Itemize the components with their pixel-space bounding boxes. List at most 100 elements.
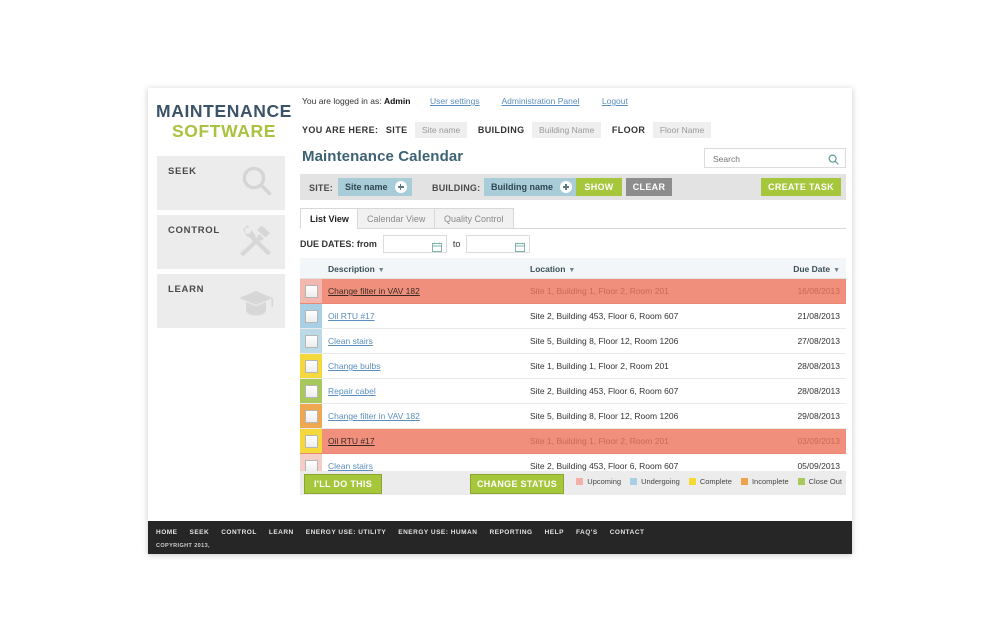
table-row[interactable]: Change bulbs Site 1, Building 1, Floor 2,… (300, 354, 846, 379)
site-label: SITE: (309, 183, 334, 193)
legend-swatch (688, 478, 696, 485)
table-row[interactable]: Change filter in VAV 182 Site 1, Building… (300, 279, 846, 304)
footer: HOME SEEK CONTROL LEARN ENERGY USE: UTILITY E… (148, 521, 852, 554)
footer-nav-link[interactable]: HOME (156, 529, 178, 536)
footer-nav-link[interactable]: SEEK (190, 529, 210, 536)
row-checkbox[interactable] (304, 409, 318, 423)
legend-item: Close Out (797, 477, 842, 486)
brand-line-1: MAINTENANCE (156, 101, 292, 121)
breadcrumb-value-site[interactable]: Site name (415, 122, 468, 138)
row-checkbox[interactable] (304, 334, 318, 348)
column-header-description[interactable]: Description ▼ (328, 264, 385, 274)
logout-link[interactable]: Logout (602, 96, 628, 106)
create-task-button[interactable]: CREATE TASK (761, 178, 841, 196)
administration-panel-link[interactable]: Administration Panel (502, 96, 580, 106)
sidebar-item-learn[interactable]: LEARN (157, 274, 285, 328)
magnifier-icon (238, 163, 276, 206)
change-status-button[interactable]: CHANGE STATUS (470, 474, 564, 494)
tab-list-view[interactable]: List View (300, 208, 359, 229)
table-row[interactable]: Oil RTU #17 Site 1, Building 1, Floor 2, … (300, 429, 846, 454)
calendar-icon[interactable] (515, 239, 526, 257)
footer-nav-link[interactable]: CONTACT (610, 529, 645, 536)
row-status-swatch (300, 354, 322, 378)
legend-swatch (740, 478, 748, 485)
row-description-link[interactable]: Change filter in VAV 182 (328, 286, 420, 296)
calendar-icon[interactable] (431, 239, 442, 257)
sidebar-item-seek[interactable]: SEEK (157, 156, 285, 210)
table-row[interactable]: Clean stairs Site 5, Building 8, Floor 12… (300, 329, 846, 354)
row-location: Site 1, Building 1, Floor 2, Room 201 (530, 361, 669, 371)
login-status: You are logged in as: Admin (302, 96, 410, 106)
due-dates-to-label: to (452, 239, 461, 249)
tab-calendar-view[interactable]: Calendar View (357, 208, 436, 229)
row-description-link[interactable]: Oil RTU #17 (328, 436, 375, 446)
row-checkbox[interactable] (304, 384, 318, 398)
hammer-wrench-icon (234, 220, 276, 265)
brand-logo[interactable]: MAINTENANCE SOFTWARE (156, 101, 292, 141)
legend-label: Incomplete (751, 477, 789, 486)
tasks-table: Description ▼ Location ▼ Due Date ▼ Change … (300, 258, 846, 479)
row-description-link[interactable]: Change bulbs (328, 361, 380, 371)
table-row[interactable]: Oil RTU #17 Site 2, Building 453, Floor 6… (300, 304, 846, 329)
row-location: Site 1, Building 1, Floor 2, Room 201 (530, 286, 669, 296)
sidebar-item-control[interactable]: CONTROL (157, 215, 285, 269)
row-location: Site 5, Building 8, Floor 12, Room 1206 (530, 411, 679, 421)
footer-nav-link[interactable]: FAQ'S (576, 529, 598, 536)
search-box[interactable] (704, 148, 846, 168)
row-location: Site 1, Building 1, Floor 2, Room 201 (530, 436, 669, 446)
user-settings-link[interactable]: User settings (430, 96, 480, 106)
footer-nav-link[interactable]: REPORTING (489, 529, 532, 536)
footer-nav-link[interactable]: CONTROL (221, 529, 257, 536)
footer-nav-link[interactable]: ENERGY USE: HUMAN (398, 529, 477, 536)
building-selector[interactable]: Building name (484, 178, 578, 196)
graduation-cap-icon (236, 285, 276, 324)
row-description-link[interactable]: Oil RTU #17 (328, 311, 375, 321)
clear-button[interactable]: CLEAR (626, 178, 672, 196)
app-window: MAINTENANCE SOFTWARE SEEK CONTROL LEARN … (148, 88, 852, 554)
ill-do-this-button[interactable]: I'LL DO THIS (304, 474, 382, 494)
plus-icon[interactable] (394, 181, 407, 193)
site-selector[interactable]: Site name (338, 178, 412, 196)
chevron-down-icon: ▼ (568, 267, 576, 274)
due-date-from-input[interactable] (382, 235, 447, 253)
login-prefix: You are logged in as: (302, 96, 382, 106)
chevron-down-icon: ▼ (377, 267, 385, 274)
row-description-link[interactable]: Clean stairs (328, 336, 373, 346)
table-row[interactable]: Repair cabel Site 2, Building 453, Floor … (300, 379, 846, 404)
breadcrumb-key-floor: FLOOR (611, 125, 646, 135)
show-button[interactable]: SHOW (576, 178, 622, 196)
column-label: Location (530, 264, 566, 274)
row-checkbox[interactable] (304, 359, 318, 373)
site-selector-value: Site name (345, 182, 388, 192)
action-bar: I'LL DO THIS CHANGE STATUS Upcoming Under… (300, 471, 846, 495)
breadcrumb-prefix: YOU ARE HERE: (302, 125, 379, 135)
footer-nav-link[interactable]: ENERGY USE: UTILITY (306, 529, 387, 536)
sidebar-item-label: SEEK (168, 166, 197, 177)
chevron-down-icon: ▼ (833, 267, 840, 274)
column-label: Due Date (793, 264, 831, 274)
row-status-swatch (300, 304, 322, 328)
row-description-link[interactable]: Clean stairs (328, 461, 373, 471)
building-selector-value: Building name (491, 182, 554, 192)
plus-icon[interactable] (560, 181, 573, 193)
due-date-to-input[interactable] (466, 235, 531, 253)
breadcrumb-value-building[interactable]: Building Name (532, 122, 602, 138)
row-checkbox[interactable] (304, 284, 318, 298)
column-header-due-date[interactable]: Due Date ▼ (793, 264, 840, 274)
footer-nav-link[interactable]: HELP (545, 529, 564, 536)
search-input[interactable] (711, 150, 825, 168)
column-header-location[interactable]: Location ▼ (530, 264, 575, 274)
row-checkbox[interactable] (304, 434, 318, 448)
row-description-link[interactable]: Repair cabel (328, 386, 376, 396)
row-location: Site 2, Building 453, Floor 6, Room 607 (530, 461, 679, 471)
login-username: Admin (383, 96, 411, 106)
user-links: User settings Administration Panel Logou… (430, 96, 648, 106)
row-description-link[interactable]: Change filter in VAV 182 (328, 411, 420, 421)
row-checkbox[interactable] (304, 309, 318, 323)
legend-label: Upcoming (587, 477, 622, 486)
breadcrumb-value-floor[interactable]: Floor Name (652, 122, 712, 138)
footer-nav-link[interactable]: LEARN (269, 529, 294, 536)
search-icon[interactable] (828, 152, 839, 170)
tab-quality-control[interactable]: Quality Control (434, 208, 514, 229)
table-row[interactable]: Change filter in VAV 182 Site 5, Building… (300, 404, 846, 429)
